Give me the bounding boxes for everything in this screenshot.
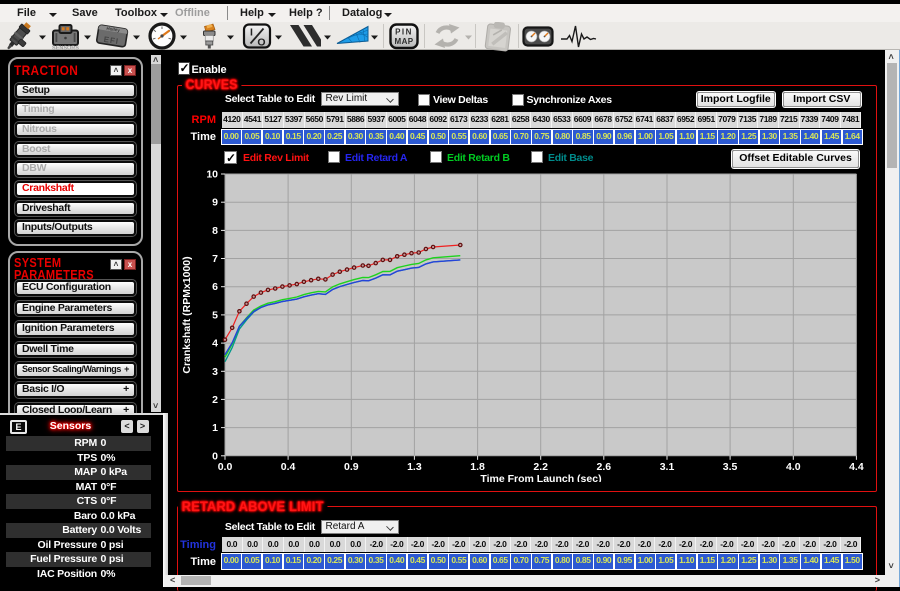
svg-text:10: 10 [206,169,218,181]
svg-text:4.0: 4.0 [786,461,801,473]
svg-text:4: 4 [212,338,218,350]
svg-text:9: 9 [212,197,218,209]
svg-text:0.4: 0.4 [281,461,296,473]
svg-text:MAP: MAP [395,37,414,46]
svg-text:Time From Launch (sec): Time From Launch (sec) [480,473,601,482]
svg-text:I: I [250,27,253,39]
svg-text:0.0: 0.0 [218,461,233,473]
svg-text:5: 5 [212,309,218,321]
svg-text:4.4: 4.4 [849,461,864,473]
svg-text:6: 6 [212,281,218,293]
svg-text:8: 8 [212,225,218,237]
svg-text:PIN: PIN [395,28,413,37]
svg-text:7: 7 [212,253,218,265]
svg-text:1.8: 1.8 [470,461,485,473]
svg-text:Crankshaft (RPMx1000): Crankshaft (RPMx1000) [181,256,193,373]
svg-text:SENSORS: SENSORS [52,46,79,52]
svg-text:0.9: 0.9 [344,461,359,473]
svg-text:2.6: 2.6 [596,461,611,473]
svg-text:2.2: 2.2 [533,461,548,473]
svg-text:O: O [257,37,265,49]
svg-text:1.3: 1.3 [407,461,422,473]
svg-text:3.1: 3.1 [660,461,675,473]
svg-text:2: 2 [212,394,218,406]
svg-text:3.5: 3.5 [723,461,738,473]
svg-text:3: 3 [212,366,218,378]
svg-text:1: 1 [212,422,218,434]
